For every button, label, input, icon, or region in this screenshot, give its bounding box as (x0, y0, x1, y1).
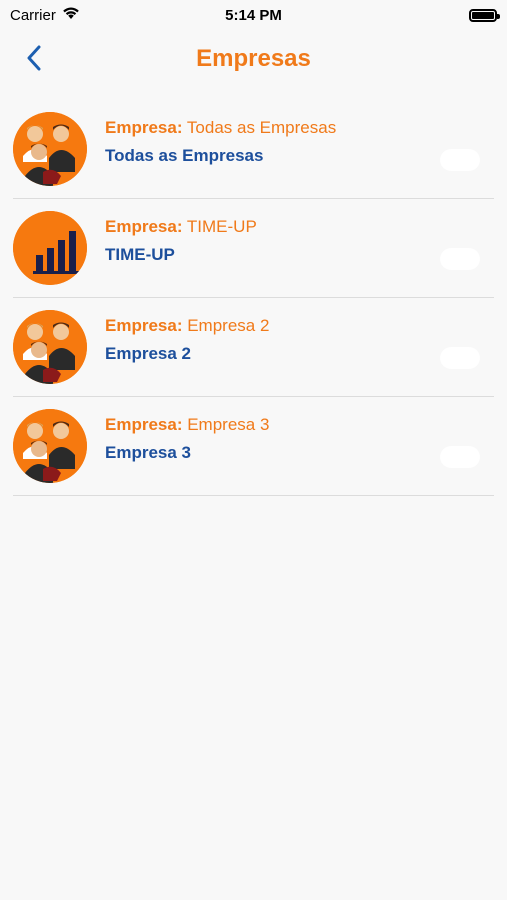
people-group-icon (13, 409, 87, 483)
people-group-icon (13, 112, 87, 186)
faded-accessory (440, 446, 480, 468)
company-name: Todas as Empresas (105, 146, 264, 165)
list-item-todas-as-empresas[interactable]: Empresa: Todas as Empresas Todas as Empr… (13, 100, 494, 199)
faded-accessory (440, 347, 480, 369)
company-label: Empresa: (105, 316, 183, 335)
company-value: Empresa 3 (187, 415, 270, 434)
company-value: Todas as Empresas (186, 118, 337, 137)
list-item-empresa-2[interactable]: Empresa: Empresa 2 Empresa 2 (13, 298, 494, 397)
faded-accessory (440, 149, 480, 171)
company-filter-line: Empresa: TIME-UP (105, 217, 257, 237)
page-title: Empresas (196, 45, 311, 72)
company-filter-line: Empresa: Empresa 3 (105, 415, 269, 435)
navigation-bar: Empresas (0, 30, 507, 90)
carrier-label: Carrier (10, 6, 56, 24)
faded-accessory (440, 248, 480, 270)
list-item-empresa-3[interactable]: Empresa: Empresa 3 Empresa 3 (13, 397, 494, 496)
battery-level (472, 11, 494, 19)
company-name: Empresa 2 (105, 344, 191, 363)
company-list: Empresa: Todas as Empresas Todas as Empr… (0, 100, 507, 496)
company-value: TIME-UP (186, 217, 257, 236)
list-item-time-up[interactable]: Empresa: TIME-UP TIME-UP (13, 199, 494, 298)
company-name: Empresa 3 (105, 443, 191, 462)
battery-icon (469, 8, 500, 22)
people-group-icon (13, 310, 87, 384)
app-screen: Carrier 5:14 PM Empresas Empresa: Todas … (0, 0, 507, 900)
company-label: Empresa: (105, 217, 183, 236)
back-button[interactable] (16, 42, 52, 78)
company-filter-line: Empresa: Todas as Empresas (105, 118, 336, 138)
bar-chart-icon (13, 211, 87, 285)
wifi-icon (62, 6, 80, 24)
company-name: TIME-UP (105, 245, 175, 264)
status-left: Carrier (10, 6, 80, 24)
status-bar: Carrier 5:14 PM (0, 0, 507, 30)
company-label: Empresa: (105, 118, 183, 137)
company-label: Empresa: (105, 415, 183, 434)
company-value: Empresa 2 (187, 316, 270, 335)
company-filter-line: Empresa: Empresa 2 (105, 316, 269, 336)
chevron-left-icon (26, 45, 42, 76)
